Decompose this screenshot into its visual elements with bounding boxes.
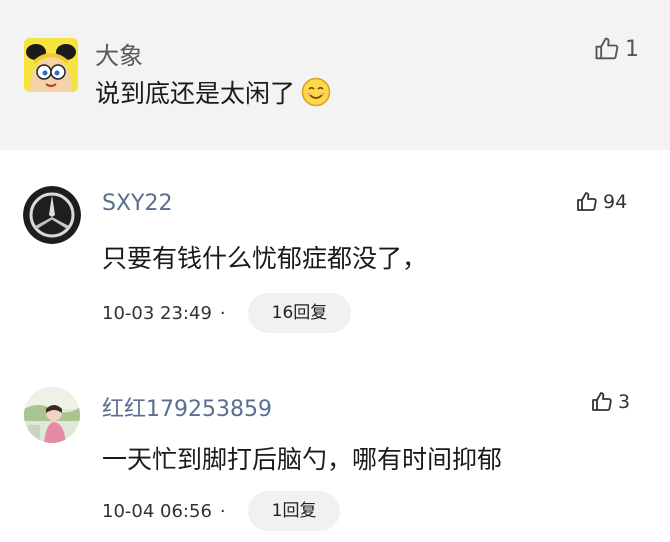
comment-author-name[interactable]: 红红179253859 [102,391,272,423]
like-count: 1 [625,36,639,62]
comment-timestamp: 10-04 06:56 [102,500,212,522]
comment-meta: 10-04 06:56 · 1回复 [102,491,341,531]
comment-item: 红红179253859 一天忙到脚打后脑勺，哪有时间抑郁 3 10-04 06:… [0,345,670,542]
comment-author-name[interactable]: SXY22 [102,191,172,216]
smiling-face-emoji-icon [301,77,331,113]
like-count: 3 [618,391,631,413]
comment-item: SXY22 只要有钱什么忧郁症都没了， 94 10-03 23:49 · 16回… [0,150,670,345]
comment-text: 只要有钱什么忧郁症都没了， [102,244,428,273]
thumbs-up-icon [575,190,599,214]
like-count: 94 [603,191,628,213]
like-button[interactable]: 94 [575,190,627,214]
like-button[interactable]: 3 [590,390,630,414]
mercedes-logo-avatar[interactable] [23,186,81,244]
comment-author-name[interactable]: 大象 [95,36,143,71]
replies-button[interactable]: 1回复 [247,491,341,531]
cartoon-girl-avatar[interactable] [24,38,78,92]
thumbs-up-icon [590,390,614,414]
replies-button[interactable]: 16回复 [247,293,352,333]
photo-avatar[interactable] [24,387,80,443]
thumbs-up-icon [593,35,621,63]
comment-item: 大象 说到底还是太闲了 1 [0,0,670,150]
comment-text-content: 说到底还是太闲了 [95,79,296,108]
comment-text: 说到底还是太闲了 [95,74,331,113]
comment-text: 一天忙到脚打后脑勺，哪有时间抑郁 [102,445,503,474]
comment-meta: 10-03 23:49 · 16回复 [102,293,352,333]
separator-dot: · [219,500,226,522]
separator-dot: · [219,302,226,324]
like-button[interactable]: 1 [593,35,639,63]
comment-timestamp: 10-03 23:49 [102,302,212,324]
